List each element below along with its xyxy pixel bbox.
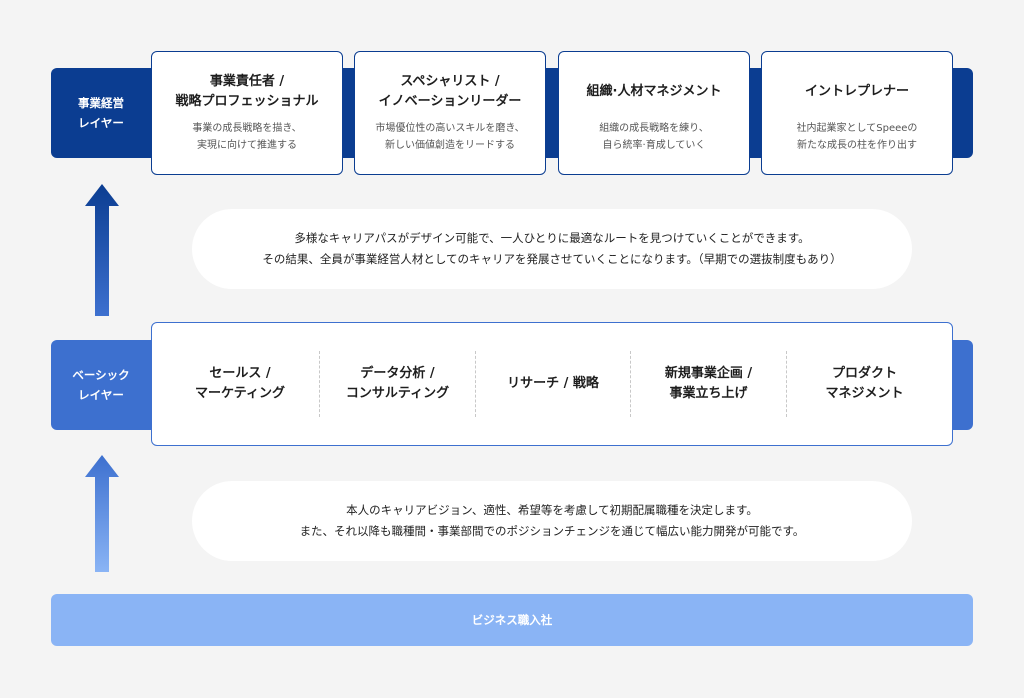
basic-role-research-strategy: リサーチ / 戦略 [476,323,630,445]
career-path-text-line2: その結果、全員が事業経営人材としてのキャリアを発展させていくことになります。（早… [262,252,842,266]
business-entry-bar: ビジネス職入社 [51,594,973,646]
role-card-business-leader: 事業責任者 / 戦略プロフェッショナル 事業の成長戦略を描き、 実現に向けて推進… [151,51,343,175]
basic-roles-card: セールス / マーケティング データ分析 / コンサルティング リサーチ / 戦… [151,322,953,446]
basic-role-text: 事業立ち上げ [669,386,748,401]
arrow-up-icon [85,184,119,316]
basic-layer-label: ベーシック レイヤー [51,340,151,430]
role-title: イノベーションリーダー [378,94,522,109]
basic-role-sales-marketing: セールス / マーケティング [162,323,318,445]
role-card-organization-management: 組織·人材マネジメント 組織の成長戦略を練り、 自ら統率·育成していく [558,51,750,175]
basic-role-text: セールス / [209,366,271,381]
management-layer-label-line1: 事業経営 [78,96,124,110]
basic-layer-label-line1: ベーシック [72,368,130,382]
basic-role-text: プロダクト [831,366,897,381]
role-description: 新たな成長の柱を作り出す [797,140,917,151]
career-path-description: 多様なキャリアパスがデザイン可能で、一人ひとりに最適なルートを見つけていくことが… [192,209,912,289]
basic-role-text: マネジメント [825,386,904,401]
initial-assignment-description: 本人のキャリアビジョン、適性、希望等を考慮して初期配属職種を決定します。 また、… [192,481,912,561]
basic-role-text: データ分析 / [360,366,435,381]
role-title: イントレプレナー [804,84,909,99]
basic-layer-label-line2: レイヤー [78,388,124,402]
role-title: 事業責任者 / [209,74,285,89]
role-title: スペシャリスト / [400,74,500,89]
arrow-up-icon [85,455,119,572]
basic-role-text: リサーチ / 戦略 [507,376,599,391]
role-description: 社内起業家としてSpeeeの [796,123,918,134]
initial-assignment-text-line1: 本人のキャリアビジョン、適性、希望等を考慮して初期配属職種を決定します。 [346,503,758,517]
career-path-text-line1: 多様なキャリアパスがデザイン可能で、一人ひとりに最適なルートを見つけていくことが… [294,231,810,245]
role-description: 組織の成長戦略を練り、 [599,123,709,134]
basic-role-text: マーケティング [195,386,285,401]
basic-role-product-management: プロダクト マネジメント [787,323,942,445]
basic-role-data-consulting: データ分析 / コンサルティング [320,323,475,445]
initial-assignment-text-line2: また、それ以降も職種間・事業部間でのポジションチェンジを通じて幅広い能力開発が可… [299,524,805,538]
basic-role-text: コンサルティング [345,386,450,401]
role-card-specialist: スペシャリスト / イノベーションリーダー 市場優位性の高いスキルを磨き、 新し… [354,51,546,175]
role-description: 自ら統率·育成していく [602,140,706,151]
basic-role-new-business: 新規事業企画 / 事業立ち上げ [631,323,786,445]
business-entry-label: ビジネス職入社 [471,613,553,627]
role-title: 組織·人材マネジメント [586,84,722,99]
management-layer-label: 事業経営 レイヤー [51,68,151,158]
role-title: 戦略プロフェッショナル [175,94,319,109]
basic-role-text: 新規事業企画 / [664,366,753,381]
role-card-intrapreneur: イントレプレナー 社内起業家としてSpeeeの 新たな成長の柱を作り出す [761,51,953,175]
management-layer-label-line2: レイヤー [78,116,124,130]
role-description: 実現に向けて推進する [197,140,297,151]
role-description: 市場優位性の高いスキルを磨き、 [375,123,525,134]
role-description: 事業の成長戦略を描き、 [192,123,302,134]
role-description: 新しい価値創造をリードする [385,140,515,151]
